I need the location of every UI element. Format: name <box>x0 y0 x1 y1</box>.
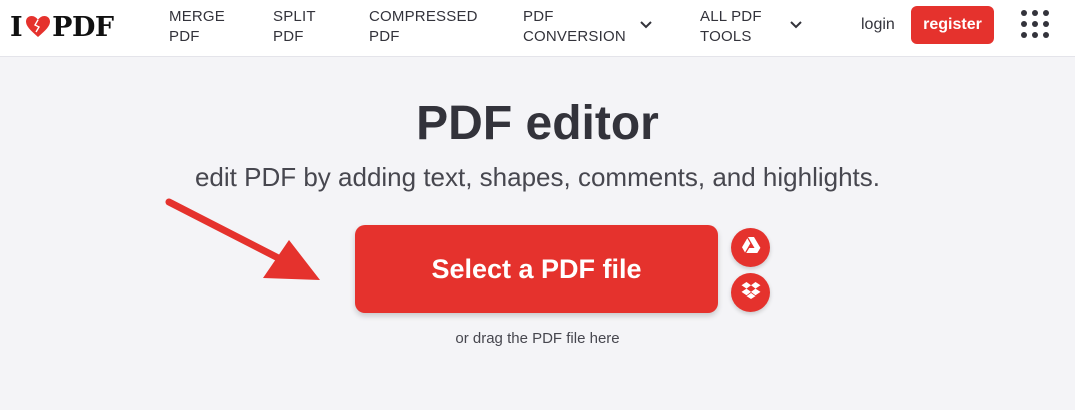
google-drive-icon <box>741 236 761 259</box>
dropbox-button[interactable] <box>731 273 770 312</box>
nav-merge-line2: PDF <box>169 28 200 45</box>
nav-tools-line2: TOOLS <box>700 28 752 45</box>
google-drive-button[interactable] <box>731 228 770 267</box>
nav-split-pdf-label: SPLIT PDF <box>273 7 316 47</box>
dropbox-icon <box>741 281 761 304</box>
nav-conversion-line2: CONVERSION <box>523 28 626 45</box>
nav-compressed-pdf[interactable]: COMPRESSED PDF <box>369 7 478 47</box>
nav-merge-line1: MERGE <box>169 8 226 25</box>
nav-merge-pdf[interactable]: MERGE PDF <box>169 7 225 47</box>
logo-text-pdf: PDF <box>52 11 114 43</box>
nav-compressed-pdf-label: COMPRESSED PDF <box>369 7 478 47</box>
nav-all-pdf-tools[interactable]: ALL PDF TOOLS <box>700 7 802 47</box>
logo[interactable]: I PDF <box>10 11 114 43</box>
login-link[interactable]: login <box>861 16 895 34</box>
chevron-down-icon <box>640 21 652 29</box>
apps-grid-icon[interactable] <box>1021 10 1051 40</box>
nav-all-pdf-tools-label: ALL PDF TOOLS <box>700 7 762 47</box>
top-header: I PDF MERGE PDF SPLIT PDF COMPRESSED PDF… <box>0 0 1075 57</box>
nav-conversion-line1: PDF <box>523 8 554 25</box>
arrow-annotation-icon <box>165 198 320 280</box>
drag-drop-hint: or drag the PDF file here <box>455 330 620 347</box>
page-title: PDF editor <box>416 97 659 150</box>
nav-compressed-line1: COMPRESSED <box>369 8 478 25</box>
heart-icon <box>25 15 51 39</box>
nav-pdf-conversion[interactable]: PDF CONVERSION <box>523 7 652 47</box>
select-pdf-file-button[interactable]: Select a PDF file <box>355 225 718 313</box>
nav-pdf-conversion-label: PDF CONVERSION <box>523 7 626 47</box>
nav-split-line1: SPLIT <box>273 8 316 25</box>
nav-tools-line1: ALL PDF <box>700 8 762 25</box>
register-button[interactable]: register <box>911 6 994 44</box>
nav-split-pdf[interactable]: SPLIT PDF <box>273 7 316 47</box>
nav-split-line2: PDF <box>273 28 304 45</box>
page-subtitle: edit PDF by adding text, shapes, comment… <box>194 162 881 192</box>
nav-merge-pdf-label: MERGE PDF <box>169 7 225 47</box>
chevron-down-icon <box>789 21 802 29</box>
nav-compressed-line2: PDF <box>369 28 400 45</box>
logo-text-i: I <box>10 11 23 43</box>
